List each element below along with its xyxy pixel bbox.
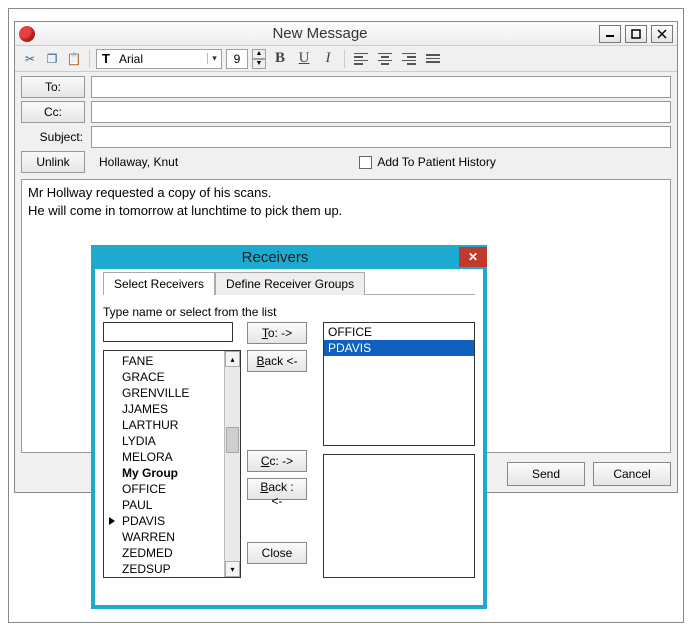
subject-label: Subject: [21, 130, 85, 144]
cc-add-button[interactable]: Cc: -> [247, 450, 307, 472]
align-left-button[interactable] [351, 49, 371, 69]
close-button[interactable] [651, 25, 673, 43]
tab-select-receivers[interactable]: Select Receivers [103, 272, 215, 295]
list-item[interactable]: OFFICE [104, 481, 224, 497]
list-item[interactable]: LARTHUR [104, 417, 224, 433]
list-item[interactable]: GRACE [104, 369, 224, 385]
cc-button[interactable]: Cc: [21, 101, 85, 123]
font-size[interactable]: 9 [226, 49, 248, 69]
to-list[interactable]: OFFICEPDAVIS [323, 322, 475, 446]
bold-button[interactable]: B [270, 49, 290, 69]
format-toolbar: ✂ ❐ 📋 T Arial ▾ 9 ▲ ▼ B U I [15, 46, 677, 72]
spin-down-icon[interactable]: ▼ [252, 59, 266, 69]
body-line: Mr Hollway requested a copy of his scans… [28, 184, 664, 202]
receiver-search-input[interactable] [103, 322, 233, 342]
cut-icon[interactable]: ✂ [21, 50, 39, 68]
align-center-button[interactable] [375, 49, 395, 69]
scroll-thumb[interactable] [226, 427, 239, 453]
align-right-button[interactable] [399, 49, 419, 69]
message-header: To: Cc: Subject: Unlink Hollaway, Knut A… [15, 72, 677, 176]
scroll-down-icon[interactable]: ▾ [225, 561, 240, 577]
underline-button[interactable]: U [294, 49, 314, 69]
to-field[interactable] [91, 76, 671, 98]
list-item[interactable]: FANE [104, 353, 224, 369]
cc-list[interactable] [323, 454, 475, 578]
receivers-dialog: Receivers ✕ Select Receivers Define Rece… [91, 245, 487, 609]
font-size-spinner[interactable]: ▲ ▼ [252, 49, 266, 69]
window-title: New Message [41, 25, 599, 42]
text-icon: T [97, 51, 115, 66]
receivers-title: Receivers [91, 249, 459, 266]
bullet-list-button[interactable] [423, 49, 443, 69]
scroll-track[interactable] [225, 367, 240, 561]
scrollbar[interactable]: ▴ ▾ [224, 351, 240, 577]
to-button[interactable]: To: [21, 76, 85, 98]
unlink-button[interactable]: Unlink [21, 151, 85, 173]
body-line: He will come in tomorrow at lunchtime to… [28, 202, 664, 220]
receivers-close-bottom-button[interactable]: Close [247, 542, 307, 564]
list-item[interactable]: OFFICE [324, 324, 474, 340]
list-item[interactable]: GRENVILLE [104, 385, 224, 401]
italic-button[interactable]: I [318, 49, 338, 69]
to-add-button[interactable]: To: -> [247, 322, 307, 344]
list-item[interactable]: ZEDSUP [104, 561, 224, 577]
paste-icon[interactable]: 📋 [65, 50, 83, 68]
cc-field[interactable] [91, 101, 671, 123]
list-item[interactable]: PAUL [104, 497, 224, 513]
copy-icon[interactable]: ❐ [43, 50, 61, 68]
divider [344, 50, 345, 68]
cancel-button[interactable]: Cancel [593, 462, 671, 486]
add-history-label: Add To Patient History [377, 155, 496, 169]
subject-field[interactable] [91, 126, 671, 148]
search-label: Type name or select from the list [103, 305, 475, 319]
list-item[interactable]: PDAVIS [104, 513, 224, 529]
divider [89, 50, 90, 68]
receivers-close-button[interactable]: ✕ [459, 247, 487, 267]
to-back-button[interactable]: Back <- [247, 350, 307, 372]
tab-define-groups[interactable]: Define Receiver Groups [215, 272, 365, 295]
minimize-button[interactable] [599, 25, 621, 43]
list-item[interactable]: PDAVIS [324, 340, 474, 356]
list-item[interactable]: MELORA [104, 449, 224, 465]
outer-frame: New Message ✂ ❐ 📋 T Arial ▾ 9 ▲ ▼ B [8, 8, 684, 623]
scroll-up-icon[interactable]: ▴ [225, 351, 240, 367]
maximize-button[interactable] [625, 25, 647, 43]
list-item[interactable]: My Group [104, 465, 224, 481]
window-buttons [599, 25, 673, 43]
font-selector[interactable]: T Arial ▾ [96, 49, 222, 69]
name-list[interactable]: FANEGRACEGRENVILLEJJAMESLARTHURLYDIAMELO… [103, 350, 241, 578]
titlebar: New Message [15, 22, 677, 46]
list-item[interactable]: JJAMES [104, 401, 224, 417]
receivers-tabs: Select Receivers Define Receiver Groups [103, 271, 475, 295]
cc-back-button[interactable]: Back : <- [247, 478, 307, 500]
spin-up-icon[interactable]: ▲ [252, 49, 266, 59]
app-icon [19, 26, 35, 42]
receivers-titlebar: Receivers ✕ [91, 245, 487, 269]
add-history-checkbox[interactable] [359, 156, 372, 169]
list-item[interactable]: ZEDMED [104, 545, 224, 561]
font-name: Arial [115, 52, 207, 66]
list-item[interactable]: LYDIA [104, 433, 224, 449]
patient-name: Hollaway, Knut [91, 155, 178, 169]
chevron-down-icon[interactable]: ▾ [207, 53, 221, 64]
send-button[interactable]: Send [507, 462, 585, 486]
list-item[interactable]: WARREN [104, 529, 224, 545]
